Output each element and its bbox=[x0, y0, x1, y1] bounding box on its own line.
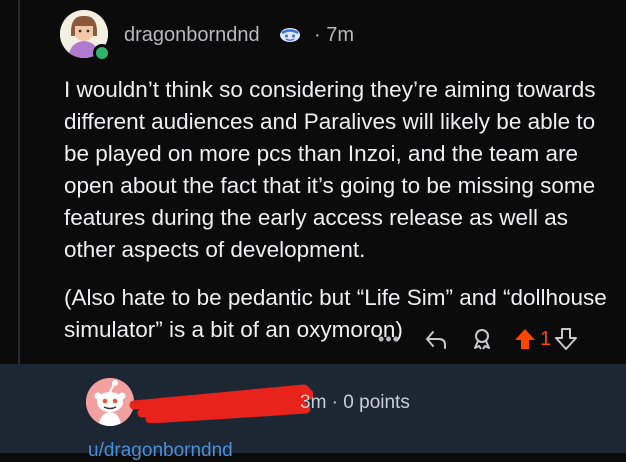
more-options-button[interactable]: ••• bbox=[376, 329, 402, 350]
username-redaction-scribble bbox=[129, 384, 313, 423]
comment-timestamp: · 7m bbox=[314, 24, 354, 46]
reply-timestamp-points: 3m · 0 points bbox=[300, 392, 410, 413]
upvote-button[interactable] bbox=[514, 327, 536, 351]
downvote-arrow-icon bbox=[555, 328, 578, 350]
comment-action-bar: ••• 1 bbox=[376, 326, 578, 352]
reply-arrow-icon bbox=[426, 331, 446, 349]
snoo-avatar-icon bbox=[86, 378, 134, 426]
upvote-arrow-icon bbox=[515, 329, 535, 349]
comment-paragraph: I wouldn’t think so considering they’re … bbox=[64, 77, 596, 262]
award-icon bbox=[474, 329, 490, 350]
award-button[interactable] bbox=[470, 327, 494, 351]
reply-user-avatar[interactable] bbox=[86, 378, 134, 426]
reply-button[interactable] bbox=[424, 328, 448, 350]
comment: dragonborndnd · 7m I wouldn’t think so c… bbox=[0, 0, 626, 364]
online-status-indicator bbox=[93, 44, 111, 62]
vote-count: 1 bbox=[540, 327, 552, 350]
downvote-button[interactable] bbox=[555, 327, 578, 351]
comment-username[interactable]: dragonborndnd bbox=[124, 24, 260, 47]
snoo-flair-icon bbox=[279, 26, 301, 49]
comment-body: I wouldn’t think so considering they’re … bbox=[64, 74, 609, 346]
reply-user-mention-link[interactable]: u/dragonborndnd bbox=[88, 440, 233, 462]
